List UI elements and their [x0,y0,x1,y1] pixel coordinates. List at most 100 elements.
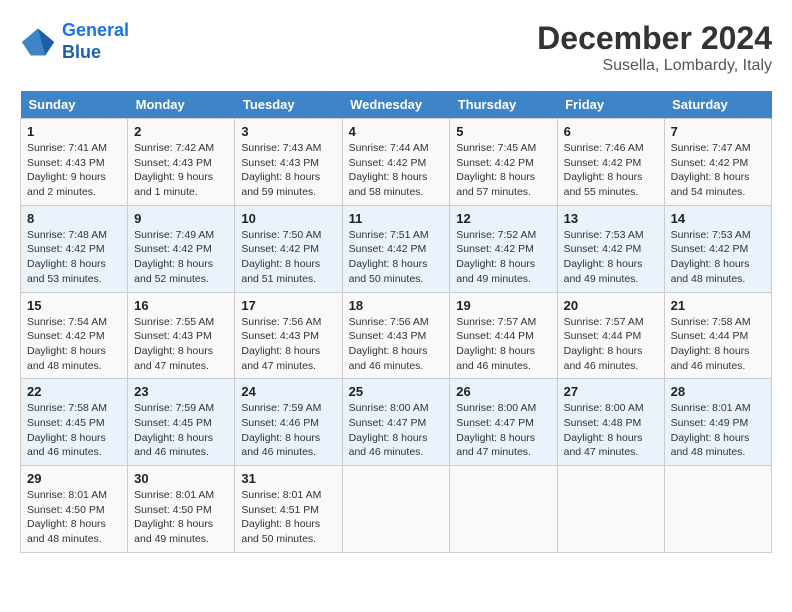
day-number: 6 [564,124,658,139]
logo-text: GeneralBlue [62,20,129,63]
calendar-cell: 19 Sunrise: 7:57 AM Sunset: 4:44 PM Dayl… [450,292,557,379]
day-number: 9 [134,211,228,226]
day-number: 12 [456,211,550,226]
calendar-table: SundayMondayTuesdayWednesdayThursdayFrid… [20,91,772,553]
day-number: 24 [241,384,335,399]
day-info: Sunrise: 8:00 AM Sunset: 4:47 PM Dayligh… [456,401,550,460]
day-info: Sunrise: 7:56 AM Sunset: 4:43 PM Dayligh… [349,315,444,374]
day-number: 19 [456,298,550,313]
calendar-cell: 2 Sunrise: 7:42 AM Sunset: 4:43 PM Dayli… [128,119,235,206]
day-info: Sunrise: 8:00 AM Sunset: 4:47 PM Dayligh… [349,401,444,460]
day-info: Sunrise: 7:59 AM Sunset: 4:46 PM Dayligh… [241,401,335,460]
calendar-body: 1 Sunrise: 7:41 AM Sunset: 4:43 PM Dayli… [21,119,772,553]
calendar-cell: 21 Sunrise: 7:58 AM Sunset: 4:44 PM Dayl… [664,292,771,379]
day-info: Sunrise: 7:54 AM Sunset: 4:42 PM Dayligh… [27,315,121,374]
day-info: Sunrise: 7:57 AM Sunset: 4:44 PM Dayligh… [456,315,550,374]
calendar-week-row: 8 Sunrise: 7:48 AM Sunset: 4:42 PM Dayli… [21,205,772,292]
weekday-header-cell: Saturday [664,91,771,119]
day-number: 16 [134,298,228,313]
weekday-header-cell: Monday [128,91,235,119]
day-number: 14 [671,211,765,226]
calendar-title: December 2024 [537,20,772,57]
day-number: 18 [349,298,444,313]
day-info: Sunrise: 7:50 AM Sunset: 4:42 PM Dayligh… [241,228,335,287]
calendar-cell [664,466,771,553]
calendar-cell: 18 Sunrise: 7:56 AM Sunset: 4:43 PM Dayl… [342,292,450,379]
day-info: Sunrise: 7:56 AM Sunset: 4:43 PM Dayligh… [241,315,335,374]
calendar-cell: 20 Sunrise: 7:57 AM Sunset: 4:44 PM Dayl… [557,292,664,379]
day-info: Sunrise: 7:43 AM Sunset: 4:43 PM Dayligh… [241,141,335,200]
day-info: Sunrise: 7:58 AM Sunset: 4:45 PM Dayligh… [27,401,121,460]
calendar-cell: 3 Sunrise: 7:43 AM Sunset: 4:43 PM Dayli… [235,119,342,206]
calendar-week-row: 15 Sunrise: 7:54 AM Sunset: 4:42 PM Dayl… [21,292,772,379]
weekday-header-cell: Wednesday [342,91,450,119]
day-info: Sunrise: 8:01 AM Sunset: 4:50 PM Dayligh… [27,488,121,547]
calendar-cell [557,466,664,553]
day-info: Sunrise: 7:59 AM Sunset: 4:45 PM Dayligh… [134,401,228,460]
day-number: 10 [241,211,335,226]
day-info: Sunrise: 7:48 AM Sunset: 4:42 PM Dayligh… [27,228,121,287]
calendar-subtitle: Susella, Lombardy, Italy [537,57,772,75]
day-info: Sunrise: 8:01 AM Sunset: 4:50 PM Dayligh… [134,488,228,547]
calendar-cell: 22 Sunrise: 7:58 AM Sunset: 4:45 PM Dayl… [21,379,128,466]
page-header: GeneralBlue December 2024 Susella, Lomba… [20,20,772,75]
weekday-header-cell: Tuesday [235,91,342,119]
day-number: 30 [134,471,228,486]
calendar-cell: 11 Sunrise: 7:51 AM Sunset: 4:42 PM Dayl… [342,205,450,292]
day-number: 7 [671,124,765,139]
day-number: 31 [241,471,335,486]
day-number: 4 [349,124,444,139]
calendar-cell: 24 Sunrise: 7:59 AM Sunset: 4:46 PM Dayl… [235,379,342,466]
title-block: December 2024 Susella, Lombardy, Italy [537,20,772,75]
calendar-cell: 16 Sunrise: 7:55 AM Sunset: 4:43 PM Dayl… [128,292,235,379]
day-number: 27 [564,384,658,399]
calendar-cell: 9 Sunrise: 7:49 AM Sunset: 4:42 PM Dayli… [128,205,235,292]
day-info: Sunrise: 7:46 AM Sunset: 4:42 PM Dayligh… [564,141,658,200]
day-info: Sunrise: 7:42 AM Sunset: 4:43 PM Dayligh… [134,141,228,200]
day-info: Sunrise: 7:47 AM Sunset: 4:42 PM Dayligh… [671,141,765,200]
day-number: 29 [27,471,121,486]
calendar-cell: 31 Sunrise: 8:01 AM Sunset: 4:51 PM Dayl… [235,466,342,553]
weekday-header-cell: Sunday [21,91,128,119]
calendar-cell: 30 Sunrise: 8:01 AM Sunset: 4:50 PM Dayl… [128,466,235,553]
calendar-cell [342,466,450,553]
day-info: Sunrise: 7:49 AM Sunset: 4:42 PM Dayligh… [134,228,228,287]
day-number: 11 [349,211,444,226]
day-info: Sunrise: 7:45 AM Sunset: 4:42 PM Dayligh… [456,141,550,200]
day-info: Sunrise: 8:01 AM Sunset: 4:51 PM Dayligh… [241,488,335,547]
calendar-cell: 23 Sunrise: 7:59 AM Sunset: 4:45 PM Dayl… [128,379,235,466]
calendar-cell: 17 Sunrise: 7:56 AM Sunset: 4:43 PM Dayl… [235,292,342,379]
day-info: Sunrise: 7:51 AM Sunset: 4:42 PM Dayligh… [349,228,444,287]
day-info: Sunrise: 8:00 AM Sunset: 4:48 PM Dayligh… [564,401,658,460]
day-info: Sunrise: 7:53 AM Sunset: 4:42 PM Dayligh… [564,228,658,287]
day-number: 22 [27,384,121,399]
day-number: 21 [671,298,765,313]
day-number: 15 [27,298,121,313]
calendar-cell: 26 Sunrise: 8:00 AM Sunset: 4:47 PM Dayl… [450,379,557,466]
weekday-header-cell: Thursday [450,91,557,119]
calendar-cell: 5 Sunrise: 7:45 AM Sunset: 4:42 PM Dayli… [450,119,557,206]
day-number: 23 [134,384,228,399]
calendar-cell: 15 Sunrise: 7:54 AM Sunset: 4:42 PM Dayl… [21,292,128,379]
day-number: 8 [27,211,121,226]
day-info: Sunrise: 7:41 AM Sunset: 4:43 PM Dayligh… [27,141,121,200]
calendar-cell: 13 Sunrise: 7:53 AM Sunset: 4:42 PM Dayl… [557,205,664,292]
day-number: 3 [241,124,335,139]
calendar-cell: 12 Sunrise: 7:52 AM Sunset: 4:42 PM Dayl… [450,205,557,292]
calendar-cell: 7 Sunrise: 7:47 AM Sunset: 4:42 PM Dayli… [664,119,771,206]
day-info: Sunrise: 7:58 AM Sunset: 4:44 PM Dayligh… [671,315,765,374]
day-info: Sunrise: 7:57 AM Sunset: 4:44 PM Dayligh… [564,315,658,374]
day-info: Sunrise: 7:53 AM Sunset: 4:42 PM Dayligh… [671,228,765,287]
logo: GeneralBlue [20,20,129,63]
calendar-cell [450,466,557,553]
day-number: 20 [564,298,658,313]
calendar-cell: 4 Sunrise: 7:44 AM Sunset: 4:42 PM Dayli… [342,119,450,206]
day-number: 26 [456,384,550,399]
logo-icon [20,24,56,60]
calendar-cell: 14 Sunrise: 7:53 AM Sunset: 4:42 PM Dayl… [664,205,771,292]
day-number: 28 [671,384,765,399]
day-info: Sunrise: 7:55 AM Sunset: 4:43 PM Dayligh… [134,315,228,374]
calendar-week-row: 1 Sunrise: 7:41 AM Sunset: 4:43 PM Dayli… [21,119,772,206]
day-info: Sunrise: 7:52 AM Sunset: 4:42 PM Dayligh… [456,228,550,287]
calendar-cell: 29 Sunrise: 8:01 AM Sunset: 4:50 PM Dayl… [21,466,128,553]
